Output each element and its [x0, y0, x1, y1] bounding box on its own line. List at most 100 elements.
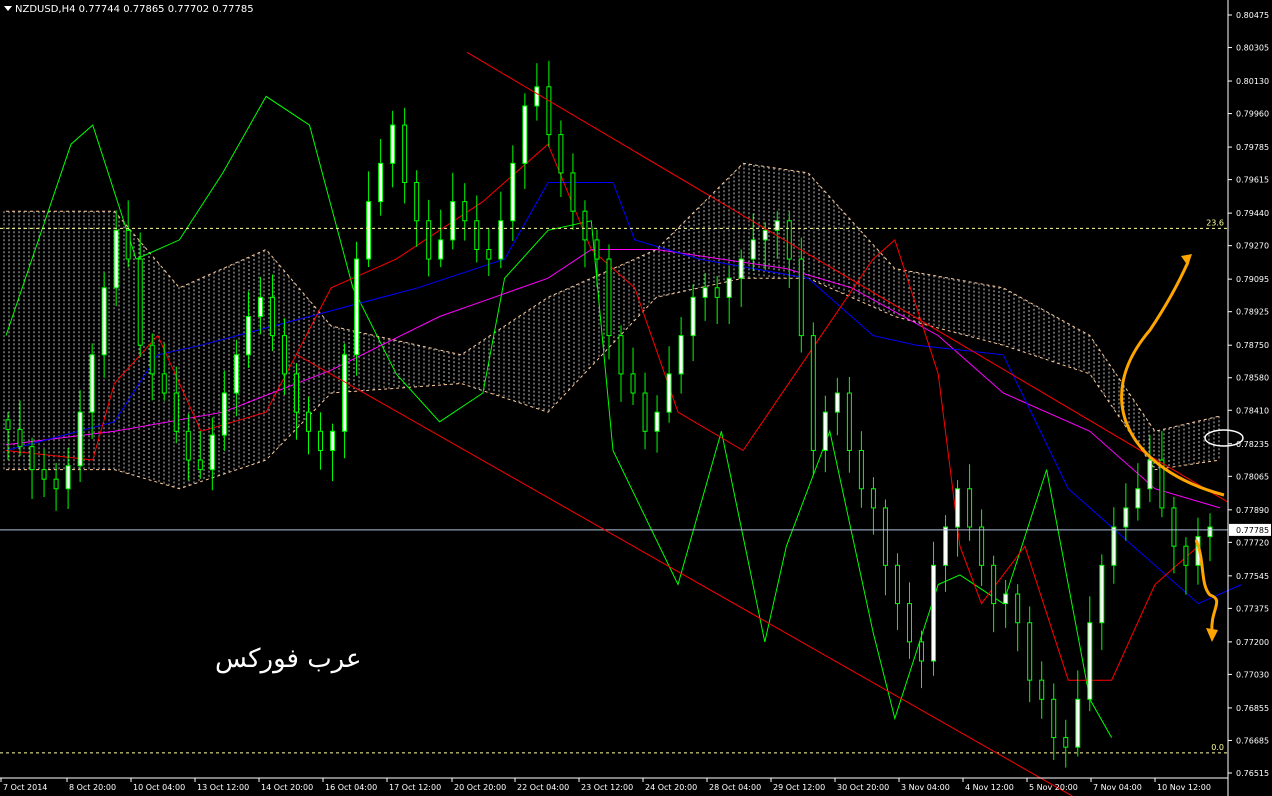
- candle-body: [65, 465, 71, 490]
- x-tick-label: 10 Oct 04:00: [133, 783, 185, 792]
- candle-body: [991, 564, 997, 605]
- candle-body: [931, 564, 937, 662]
- candle-body: [1171, 507, 1177, 547]
- candle-body: [462, 201, 468, 222]
- y-tick-label: 0.77545: [1236, 572, 1269, 581]
- candle-body: [894, 564, 900, 605]
- x-tick-label: 7 Nov 04:00: [1093, 783, 1142, 792]
- candle-body: [906, 603, 912, 643]
- y-tick-label: 0.79270: [1236, 242, 1269, 251]
- candle-body: [209, 434, 215, 471]
- y-tick-label: 0.78235: [1236, 440, 1269, 449]
- candle-body: [293, 373, 299, 413]
- y-tick-label: 0.78925: [1236, 308, 1269, 317]
- candle-body: [474, 220, 480, 250]
- candle-body: [1051, 698, 1057, 739]
- candle-body: [702, 287, 708, 298]
- y-tick-label: 0.76855: [1236, 704, 1269, 713]
- candle-body: [582, 210, 588, 241]
- y-tick-label: 0.77375: [1236, 604, 1269, 613]
- candle-body: [798, 258, 804, 337]
- candle-body: [618, 335, 624, 375]
- candle-body: [185, 430, 191, 461]
- candle-body: [426, 220, 432, 260]
- candle-body: [786, 220, 792, 260]
- y-tick-label: 0.77890: [1236, 506, 1269, 515]
- x-tick-label: 8 Oct 20:00: [69, 783, 116, 792]
- candle-body: [173, 392, 179, 432]
- candle-body: [594, 239, 600, 260]
- candle-body: [714, 287, 720, 298]
- candle-body: [858, 449, 864, 490]
- x-tick-label: 16 Oct 04:00: [325, 783, 377, 792]
- y-tick-label: 0.79960: [1236, 110, 1269, 119]
- x-tick-label: 4 Nov 12:00: [965, 783, 1014, 792]
- candle-body: [113, 229, 119, 289]
- candle-body: [149, 344, 155, 375]
- candle-body: [41, 469, 47, 480]
- x-tick-label: 3 Nov 04:00: [901, 783, 950, 792]
- candle-body: [1111, 526, 1117, 566]
- x-tick-label: 5 Nov 20:00: [1029, 783, 1078, 792]
- candle-body: [546, 86, 552, 136]
- candle-body: [510, 162, 516, 222]
- candle-body: [89, 354, 95, 413]
- candle-body: [1003, 593, 1009, 605]
- candle-body: [522, 105, 528, 164]
- y-tick-label: 0.78065: [1236, 472, 1269, 481]
- y-tick-label: 0.77720: [1236, 538, 1269, 547]
- price-chart: 23.6 0.0 0.80475 0.80305 0.80130 0.79960 0.79…: [0, 0, 1272, 796]
- candle-body: [1099, 564, 1105, 624]
- candle-body: [438, 239, 444, 260]
- candle-body: [1147, 459, 1153, 490]
- candle-body: [979, 526, 985, 566]
- candle-body: [29, 446, 35, 471]
- candle-body: [882, 507, 888, 566]
- candle-body: [354, 258, 360, 356]
- candle-body: [570, 172, 576, 212]
- candle-body: [245, 315, 251, 356]
- candle-body: [1135, 488, 1141, 509]
- y-tick-label: 0.79785: [1236, 143, 1269, 152]
- candle-body: [846, 392, 852, 451]
- y-tick-label: 0.77200: [1236, 638, 1269, 647]
- candle-body: [1063, 737, 1069, 748]
- candle-body: [690, 296, 696, 337]
- candle-body: [630, 373, 636, 394]
- y-tick-label: 0.79095: [1236, 275, 1269, 284]
- candle-body: [137, 258, 143, 346]
- candle-body: [1075, 698, 1081, 748]
- candle-body: [101, 287, 107, 356]
- x-tick-label: 22 Oct 04:00: [517, 783, 569, 792]
- candle-body: [77, 411, 83, 467]
- y-tick-label: 0.76515: [1236, 769, 1269, 778]
- fib-level-label: 23.6: [1206, 218, 1224, 227]
- candle-body: [726, 277, 732, 298]
- chart-header[interactable]: NZDUSD,H4 0.77744 0.77865 0.77702 0.7778…: [4, 4, 254, 15]
- candle-body: [305, 411, 311, 432]
- candle-body: [450, 201, 456, 241]
- y-tick-label: 0.80305: [1236, 44, 1269, 53]
- candle-body: [750, 239, 756, 260]
- candle-body: [558, 134, 564, 174]
- candle-body: [870, 488, 876, 509]
- x-tick-label: 17 Oct 12:00: [389, 783, 441, 792]
- candle-body: [534, 86, 540, 107]
- candle-body: [125, 229, 131, 260]
- candle-body: [919, 641, 925, 662]
- candle-body: [834, 392, 840, 413]
- ohlc-values: 0.77744 0.77865 0.77702 0.77785: [78, 4, 254, 15]
- fib-level-label: 0.0: [1211, 743, 1224, 752]
- x-tick-label: 24 Oct 20:00: [645, 783, 697, 792]
- watermark-text: عرب فوركس: [215, 644, 362, 674]
- candle-body: [666, 373, 672, 413]
- candle-body: [197, 459, 203, 471]
- candle-body: [1123, 507, 1129, 528]
- dropdown-triangle-icon[interactable]: [4, 6, 12, 11]
- candle-body: [486, 248, 492, 260]
- x-tick-label: 13 Oct 12:00: [197, 783, 249, 792]
- candle-body: [17, 428, 23, 448]
- x-tick-label: 29 Oct 12:00: [773, 783, 825, 792]
- y-tick-label: 0.80130: [1236, 77, 1269, 86]
- candle-body: [955, 488, 961, 528]
